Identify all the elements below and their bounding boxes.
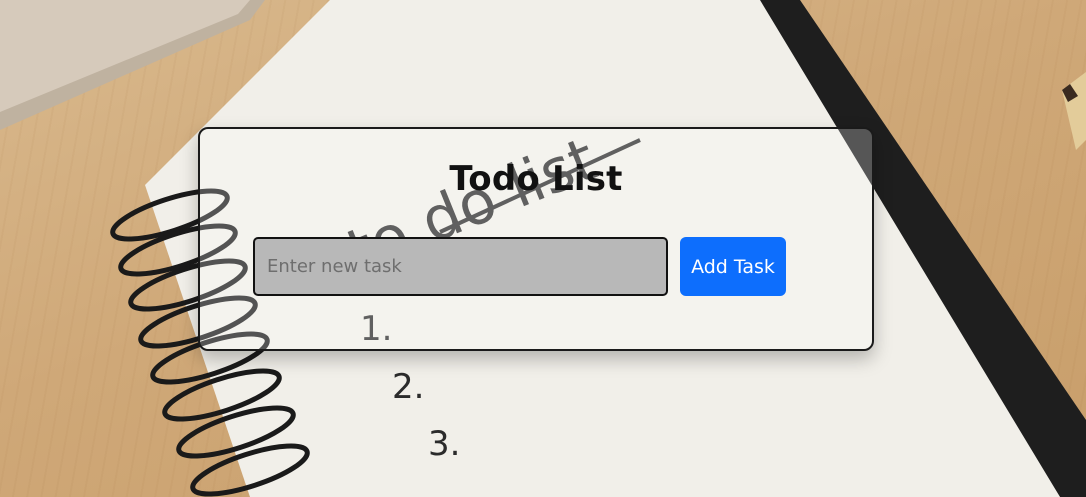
notebook-item-2: 2. [392, 367, 424, 407]
page-title: Todo List [449, 159, 623, 199]
tray-inner [0, 0, 250, 112]
todo-card: Todo List Add Task [198, 127, 874, 351]
pencil [1062, 72, 1086, 150]
add-task-button[interactable]: Add Task [680, 237, 786, 296]
task-input[interactable] [253, 237, 668, 296]
notebook-item-3: 3. [428, 424, 460, 464]
